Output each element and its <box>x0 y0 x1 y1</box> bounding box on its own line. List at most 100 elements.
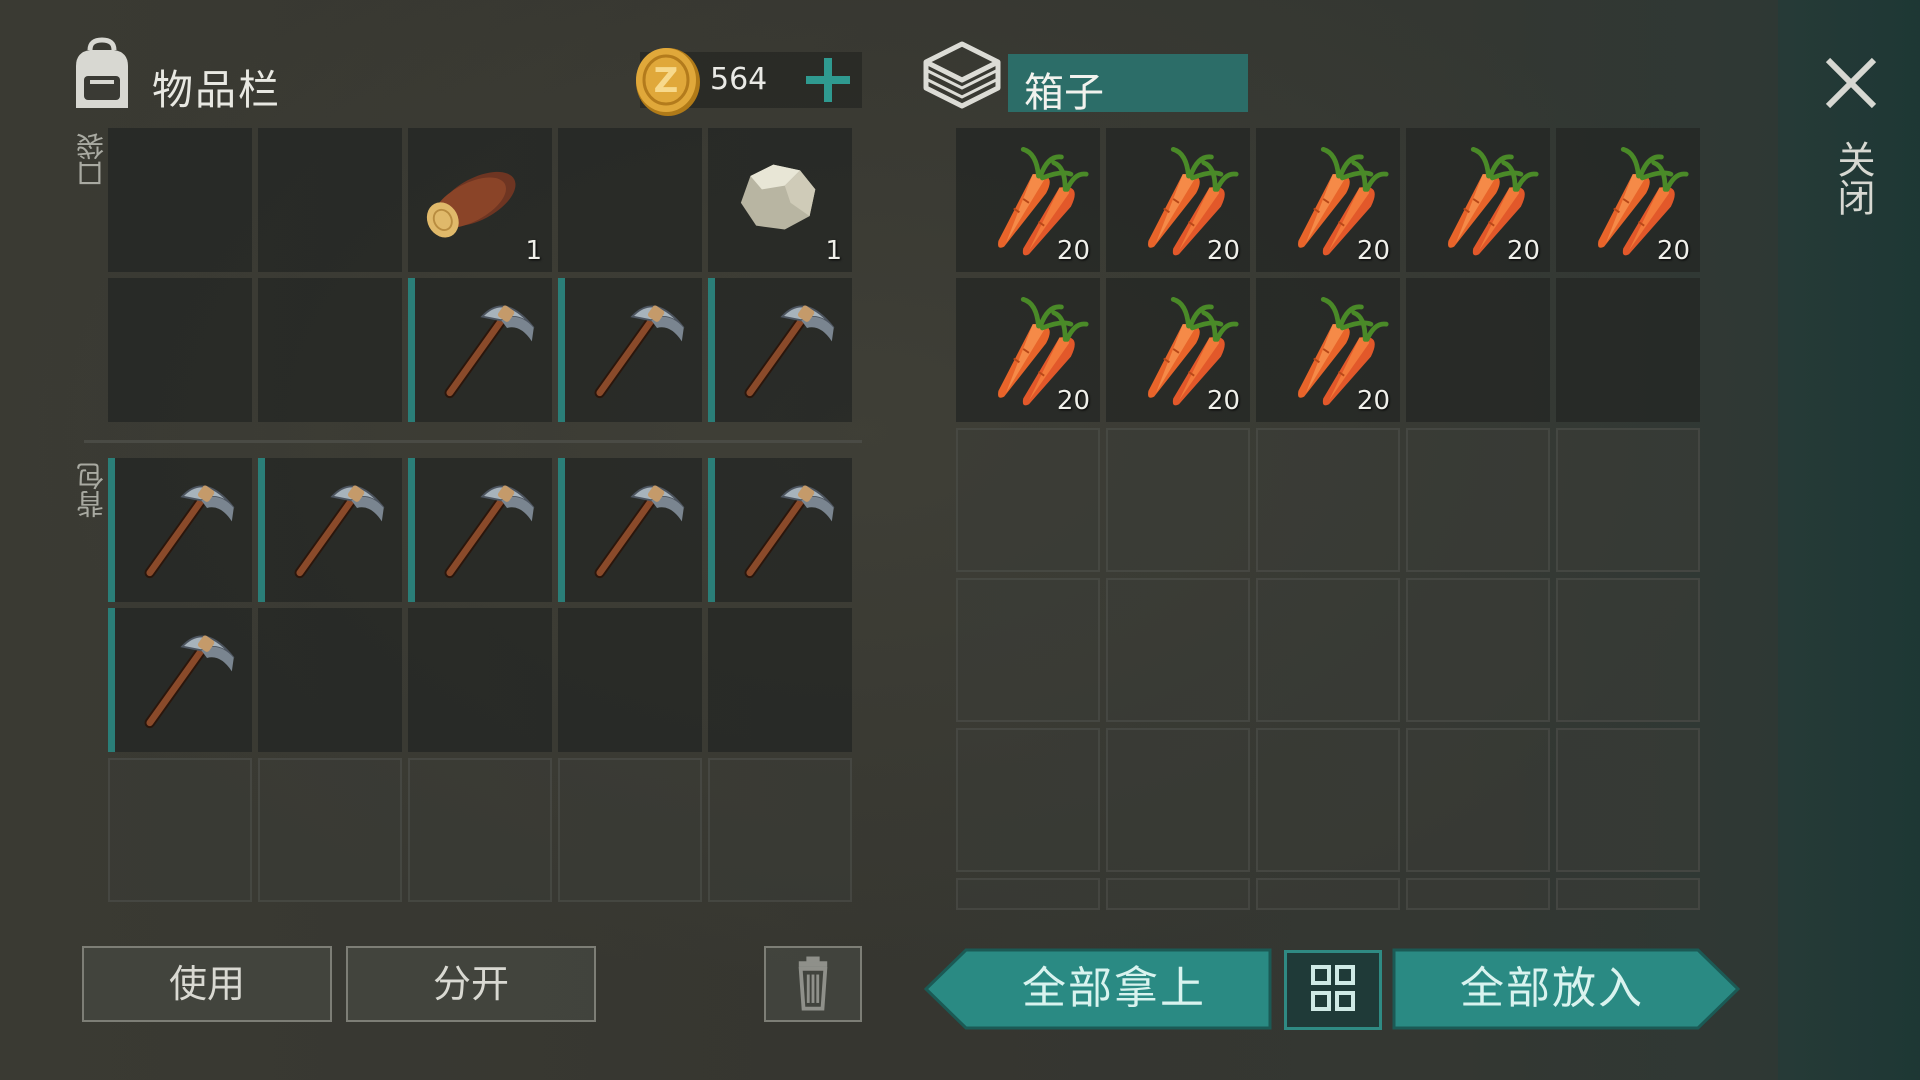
take-all-button[interactable]: 全部拿上 <box>924 948 1272 1030</box>
slot-pickaxe[interactable] <box>708 458 852 602</box>
empty-slot[interactable] <box>1406 428 1550 572</box>
empty-slot[interactable] <box>408 758 552 902</box>
coin-icon: Z <box>636 48 700 116</box>
empty-slot[interactable] <box>1406 878 1550 910</box>
slot-carrot[interactable]: 20 <box>1106 128 1250 272</box>
empty-slot[interactable] <box>1556 278 1700 422</box>
slot-pickaxe[interactable] <box>558 278 702 422</box>
slot-carrot[interactable]: 20 <box>1556 128 1700 272</box>
slot-stone[interactable]: 1 <box>708 128 852 272</box>
empty-slot[interactable] <box>1406 278 1550 422</box>
empty-slot[interactable] <box>558 758 702 902</box>
slot-pickaxe[interactable] <box>708 278 852 422</box>
item-quantity: 1 <box>525 236 542 266</box>
empty-slot[interactable] <box>258 128 402 272</box>
put-all-label: 全部放入 <box>1460 963 1644 1014</box>
pickaxe-icon <box>144 635 235 729</box>
use-button[interactable]: 使用 <box>82 946 332 1022</box>
stone-icon <box>740 164 816 230</box>
empty-slot[interactable] <box>1556 428 1700 572</box>
empty-slot[interactable] <box>1556 878 1700 910</box>
empty-slot[interactable] <box>956 728 1100 872</box>
inventory-title: 物品栏 <box>152 66 281 114</box>
slot-log[interactable]: 1 <box>408 128 552 272</box>
slot-carrot[interactable]: 20 <box>956 278 1100 422</box>
item-quantity: 20 <box>1206 236 1240 266</box>
chest-title: 箱子 <box>1024 70 1104 116</box>
empty-slot[interactable] <box>558 608 702 752</box>
empty-slot[interactable] <box>108 128 252 272</box>
empty-slot[interactable] <box>1106 428 1250 572</box>
empty-slot[interactable] <box>258 758 402 902</box>
empty-slot[interactable] <box>1256 728 1400 872</box>
empty-slot[interactable] <box>708 758 852 902</box>
item-quantity: 1 <box>825 236 842 266</box>
slot-pickaxe[interactable] <box>108 458 252 602</box>
sort-button[interactable] <box>1284 950 1382 1030</box>
pocket-label: 口袋 <box>75 132 108 188</box>
backpack-icon <box>76 37 128 108</box>
item-quantity: 20 <box>1656 236 1690 266</box>
empty-slot[interactable] <box>108 758 252 902</box>
empty-slot[interactable] <box>408 608 552 752</box>
empty-slot[interactable] <box>1106 728 1250 872</box>
slot-carrot[interactable]: 20 <box>1256 278 1400 422</box>
empty-slot[interactable] <box>708 608 852 752</box>
pickaxe-icon <box>444 305 535 399</box>
pickaxe-icon <box>594 485 685 579</box>
slot-carrot[interactable]: 20 <box>1106 278 1250 422</box>
inventory-screen: 物品栏 Z 564 口袋 背包 1 1 20 20 20 20 20 20 20 20 使用 分… <box>0 0 1920 1080</box>
empty-slot[interactable] <box>956 878 1100 910</box>
slot-carrot[interactable]: 20 <box>956 128 1100 272</box>
empty-slot[interactable] <box>558 128 702 272</box>
slot-pickaxe[interactable] <box>108 608 252 752</box>
item-quantity: 20 <box>1206 386 1240 416</box>
item-quantity: 20 <box>1506 236 1540 266</box>
slot-pickaxe[interactable] <box>408 458 552 602</box>
log-icon <box>426 171 516 238</box>
empty-slot[interactable] <box>1406 578 1550 722</box>
empty-slot[interactable] <box>956 578 1100 722</box>
empty-slot[interactable] <box>108 278 252 422</box>
pickaxe-icon <box>144 485 235 579</box>
add-coins-button[interactable] <box>800 52 856 108</box>
svg-text:Z: Z <box>654 61 679 101</box>
slot-carrot[interactable]: 20 <box>1256 128 1400 272</box>
trash-icon <box>798 956 828 1011</box>
coin-count: 564 <box>710 62 768 97</box>
item-quantity: 20 <box>1356 386 1390 416</box>
put-all-button[interactable]: 全部放入 <box>1392 948 1740 1030</box>
empty-slot[interactable] <box>1256 578 1400 722</box>
empty-slot[interactable] <box>1256 878 1400 910</box>
empty-slot[interactable] <box>1556 578 1700 722</box>
backpack-label: 背包 <box>75 462 108 518</box>
empty-slot[interactable] <box>1406 728 1550 872</box>
empty-slot[interactable] <box>1106 578 1250 722</box>
slot-pickaxe[interactable] <box>558 458 702 602</box>
empty-slot[interactable] <box>1256 428 1400 572</box>
empty-slot[interactable] <box>956 428 1100 572</box>
section-divider <box>84 440 862 443</box>
slot-pickaxe[interactable] <box>258 458 402 602</box>
empty-slot[interactable] <box>258 278 402 422</box>
slot-pickaxe[interactable] <box>408 278 552 422</box>
empty-slot[interactable] <box>1106 878 1250 910</box>
pickaxe-icon <box>444 485 535 579</box>
close-icon[interactable] <box>1820 52 1882 114</box>
item-quantity: 20 <box>1356 236 1390 266</box>
item-quantity: 20 <box>1056 386 1090 416</box>
split-button[interactable]: 分开 <box>346 946 596 1022</box>
pickaxe-icon <box>294 485 385 579</box>
empty-slot[interactable] <box>1556 728 1700 872</box>
item-quantity: 20 <box>1056 236 1090 266</box>
slot-carrot[interactable]: 20 <box>1406 128 1550 272</box>
pickaxe-icon <box>594 305 685 399</box>
trash-button[interactable] <box>764 946 862 1022</box>
close-label[interactable]: 关闭 <box>1826 140 1881 216</box>
pickaxe-icon <box>744 305 835 399</box>
pickaxe-icon <box>744 485 835 579</box>
take-all-label: 全部拿上 <box>1022 963 1206 1014</box>
empty-slot[interactable] <box>258 608 402 752</box>
sort-grid-icon <box>1311 965 1355 1011</box>
chest-icon <box>923 41 1001 109</box>
